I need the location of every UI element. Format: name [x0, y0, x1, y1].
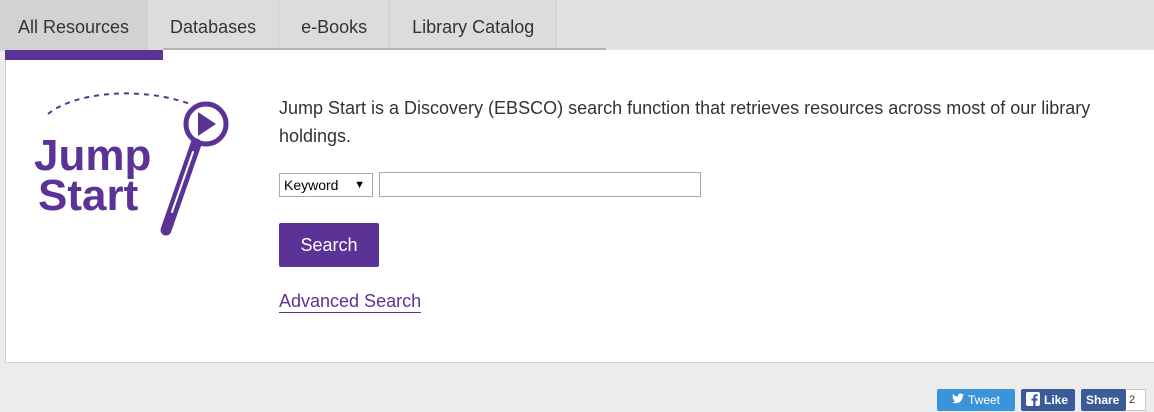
tab-library-catalog[interactable]: Library Catalog	[390, 0, 558, 50]
facebook-like-button[interactable]: Like	[1021, 389, 1075, 411]
search-row: Keyword ▼	[279, 172, 701, 199]
advanced-search-link[interactable]: Advanced Search	[279, 290, 422, 313]
twitter-bird-icon	[951, 393, 964, 407]
facebook-share-button[interactable]: Share	[1081, 389, 1126, 411]
active-tab-indicator	[5, 50, 163, 60]
logo-text-start: Start	[38, 171, 139, 220]
tab-bar: All Resources Databases e-Books Library …	[0, 0, 1154, 52]
dropdown-arrow-icon: ▼	[354, 179, 365, 191]
share-label: Share	[1086, 393, 1120, 407]
jump-start-logo: Jump Start	[34, 92, 229, 236]
magnifier-play-icon	[160, 101, 229, 236]
tweet-button[interactable]: Tweet	[937, 389, 1015, 411]
tab-all-resources[interactable]: All Resources	[0, 0, 149, 50]
social-share-bar: Tweet Like Share 2	[937, 389, 1146, 411]
facebook-f-icon	[1026, 391, 1040, 409]
tweet-label: Tweet	[967, 393, 1000, 407]
description-text: Jump Start is a Discovery (EBSCO) search…	[279, 98, 1091, 146]
tab-list: All Resources Databases e-Books Library …	[0, 0, 558, 50]
search-input[interactable]	[379, 172, 701, 197]
search-field-selected: Keyword	[284, 177, 339, 193]
search-field-select[interactable]: Keyword ▼	[279, 173, 373, 197]
share-count-badge: 2	[1126, 389, 1146, 411]
like-label: Like	[1044, 393, 1069, 407]
tab-e-books[interactable]: e-Books	[279, 0, 391, 50]
search-button[interactable]: Search	[279, 223, 379, 267]
tab-databases[interactable]: Databases	[148, 0, 280, 50]
